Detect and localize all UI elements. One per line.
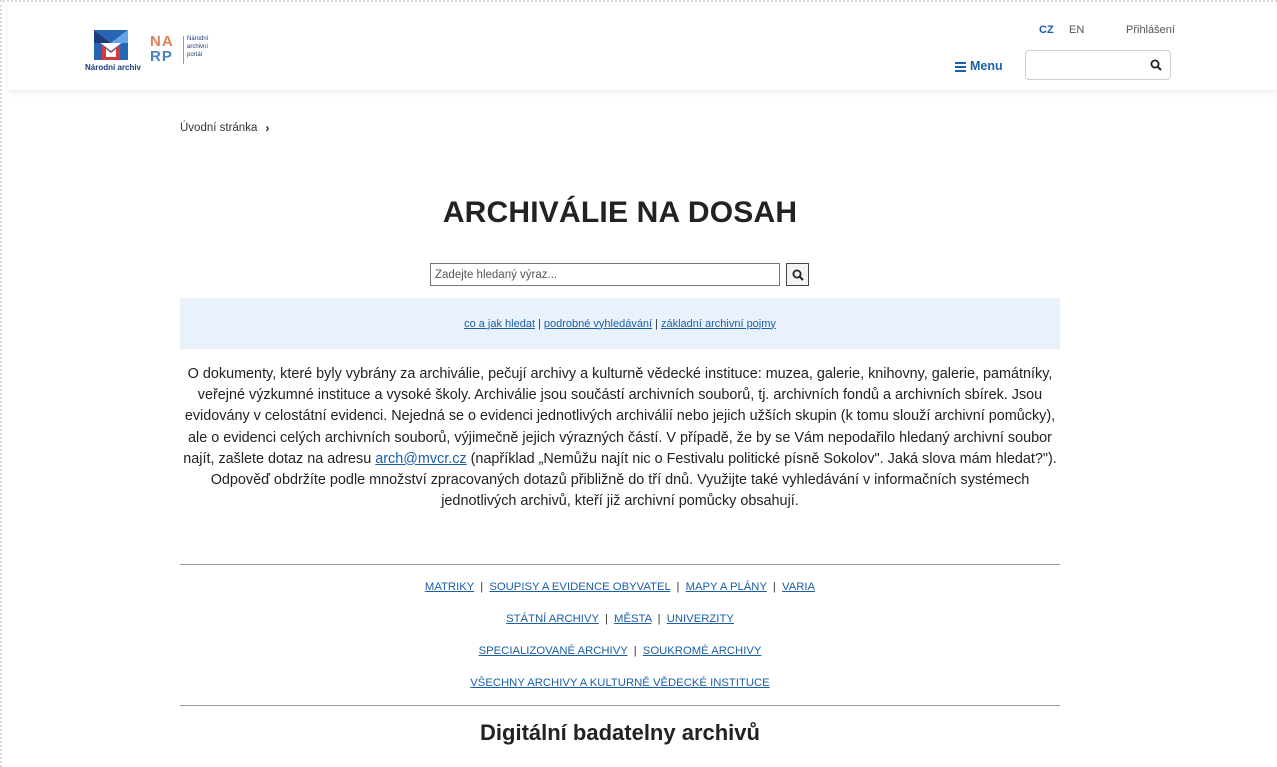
- chevron-right-icon: ›: [265, 121, 270, 135]
- link-soukrome-archivy[interactable]: SOUKROMÉ ARCHIVY: [643, 645, 762, 657]
- link-soupisy[interactable]: SOUPISY A EVIDENCE OBYVATEL: [489, 581, 670, 593]
- link-separator: |: [655, 317, 658, 330]
- divider: [180, 705, 1060, 706]
- search-icon: [792, 269, 804, 281]
- narp-logo-letters: NA RP: [150, 34, 182, 66]
- narodni-archiv-logo-icon: [94, 30, 128, 60]
- language-en-link[interactable]: EN: [1069, 24, 1084, 36]
- page-title: ARCHIVÁLIE NA DOSAH: [442, 196, 798, 229]
- link-mesta[interactable]: MĚSTA: [614, 613, 651, 625]
- narp-caption-line: portál: [187, 52, 203, 58]
- category-links-row-1: MATRIKY | SOUPISY A EVIDENCE OBYVATEL | …: [180, 581, 1060, 593]
- header-search-box: [1025, 50, 1171, 80]
- help-links-box: co a jak hledat | podrobné vyhledávání |…: [180, 298, 1060, 349]
- logo-caption: Národní archiv: [84, 63, 141, 72]
- divider: [180, 564, 1060, 565]
- link-separator: |: [633, 645, 637, 657]
- narp-caption: Národní archivní portál: [187, 35, 208, 59]
- link-univerzity[interactable]: UNIVERZITY: [667, 613, 734, 625]
- category-links-row-2: STÁTNÍ ARCHIVY | MĚSTA | UNIVERZITY: [180, 613, 1060, 625]
- link-separator: |: [657, 613, 661, 625]
- narodni-archiv-logo[interactable]: Národní archiv: [82, 30, 144, 76]
- main-search: [430, 263, 810, 286]
- link-specializovane-archivy[interactable]: SPECIALIZOVANÉ ARCHIVY: [479, 645, 628, 657]
- category-links-row-3: SPECIALIZOVANÉ ARCHIVY | SOUKROMÉ ARCHIV…: [180, 645, 1060, 657]
- intro-paragraph: O dokumenty, které byly vybrány za archi…: [180, 364, 1060, 512]
- breadcrumb-home-link[interactable]: Úvodní stránka: [180, 122, 257, 134]
- link-mapy[interactable]: MAPY A PLÁNY: [686, 581, 767, 593]
- narp-letters-row-2: RP: [150, 48, 173, 65]
- narp-letters-row-1: NA: [150, 33, 174, 50]
- login-link[interactable]: Přihlášení: [1126, 24, 1175, 36]
- header-search-input[interactable]: [1030, 55, 1138, 77]
- link-separator: |: [772, 581, 776, 593]
- menu-label: Menu: [970, 59, 1003, 73]
- narp-caption-line: archivní: [187, 44, 209, 50]
- search-icon[interactable]: [1150, 59, 1162, 71]
- narp-divider: [183, 36, 184, 64]
- category-links-row-4: VŠECHNY ARCHIVY A KULTURNĚ VĚDECKÉ INSTI…: [180, 677, 1060, 689]
- main-search-input[interactable]: [430, 263, 780, 286]
- link-separator: |: [676, 581, 680, 593]
- language-cz-link[interactable]: CZ: [1039, 24, 1054, 36]
- help-link-how-to-search[interactable]: co a jak hledat: [464, 318, 535, 330]
- email-link[interactable]: arch@mvcr.cz: [375, 451, 466, 467]
- link-separator: |: [538, 317, 541, 330]
- link-varia[interactable]: VARIA: [782, 581, 815, 593]
- main-search-button[interactable]: [786, 263, 809, 286]
- site-header: Národní archiv NA RP Národní archivní po…: [8, 2, 1277, 90]
- link-statni-archivy[interactable]: STÁTNÍ ARCHIVY: [506, 613, 599, 625]
- narp-logo[interactable]: NA RP Národní archivní portál: [150, 34, 230, 68]
- help-link-basic-terms[interactable]: základní archivní pojmy: [661, 318, 776, 330]
- help-link-advanced-search[interactable]: podrobné vyhledávání: [544, 318, 652, 330]
- narp-caption-line: Národní: [187, 36, 209, 42]
- link-separator: |: [480, 581, 484, 593]
- link-vsechny-archivy[interactable]: VŠECHNY ARCHIVY A KULTURNĚ VĚDECKÉ INSTI…: [470, 677, 769, 689]
- breadcrumb: Úvodní stránka ›: [180, 121, 269, 135]
- link-separator: |: [604, 613, 608, 625]
- section-title-digital-reading-rooms: Digitální badatelny archivů: [480, 720, 760, 745]
- hamburger-icon: [955, 61, 966, 72]
- link-matriky[interactable]: MATRIKY: [425, 581, 474, 593]
- menu-button[interactable]: Menu: [955, 57, 1003, 75]
